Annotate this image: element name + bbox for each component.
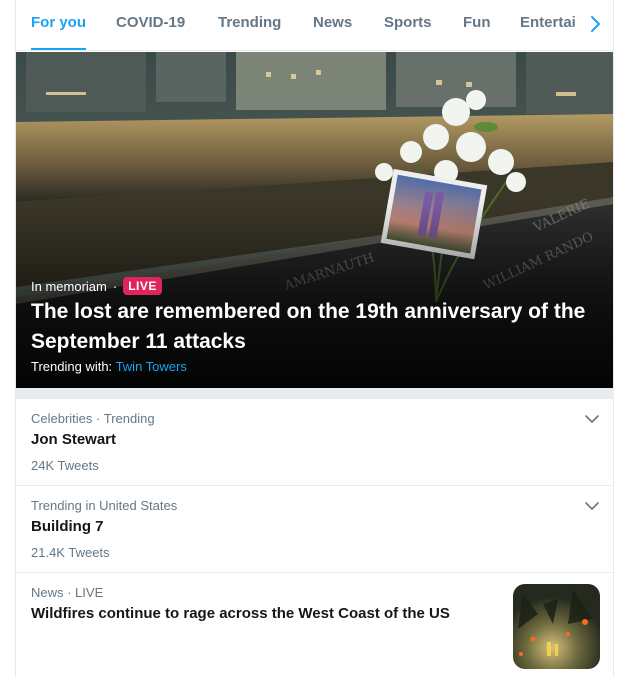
tab-entertainment[interactable]: Entertai [520, 0, 576, 50]
tab-for-you[interactable]: For you [31, 0, 86, 50]
tweet-count: 24K Tweets [31, 458, 99, 473]
tweet-count: 21.4K Tweets [31, 545, 110, 560]
trend-item[interactable]: Trending in United States Building 7 21.… [16, 486, 613, 573]
news-context: News · LIVE [31, 585, 104, 600]
section-divider [16, 388, 613, 399]
explore-tabs: For you COVID-19 Trending News Sports Fu… [16, 0, 613, 51]
wildfire-thumbnail [513, 584, 600, 669]
tab-label: Trending [218, 14, 282, 31]
trending-with-label: Trending with: [31, 359, 113, 374]
trend-name: Building 7 [31, 518, 104, 535]
explore-panel: For you COVID-19 Trending News Sports Fu… [15, 0, 614, 677]
trend-context: Celebrities · Trending [31, 411, 155, 426]
tab-trending[interactable]: Trending [218, 0, 281, 50]
chevron-down-icon[interactable] [584, 498, 600, 514]
trend-item[interactable]: Celebrities · Trending Jon Stewart 24K T… [16, 399, 613, 486]
live-badge: LIVE [123, 277, 162, 295]
tab-sports[interactable]: Sports [384, 0, 432, 50]
hero-trending-with: Trending with: Twin Towers [31, 359, 187, 374]
tab-label: COVID-19 [116, 14, 186, 31]
news-headline: Wildfires continue to rage across the We… [31, 605, 450, 622]
hero-category: In memoriam [31, 278, 107, 294]
tab-label: Sports [384, 14, 432, 31]
chevron-right-icon[interactable] [585, 13, 605, 35]
twin-towers-link[interactable]: Twin Towers [116, 359, 187, 374]
tab-fun[interactable]: Fun [463, 0, 491, 50]
tab-news[interactable]: News [313, 0, 352, 50]
tab-label: For you [31, 14, 86, 31]
tab-label: Fun [463, 14, 491, 31]
news-item[interactable]: News · LIVE Wildfires continue to rage a… [16, 573, 613, 677]
featured-story[interactable]: AMARNAUTH WILLIAM RANDO VALERIE [16, 52, 613, 388]
trend-context: Trending in United States [31, 498, 178, 513]
chevron-down-icon[interactable] [584, 411, 600, 427]
trend-name: Jon Stewart [31, 431, 117, 448]
wildfire-image [513, 584, 600, 669]
hero-headline[interactable]: The lost are remembered on the 19th anni… [31, 297, 601, 357]
hero-separator: · [112, 278, 118, 294]
tab-label: Entertai [520, 14, 576, 31]
hero-context: In memoriam · LIVE [31, 276, 162, 296]
active-tab-indicator [31, 48, 86, 50]
tab-covid-19[interactable]: COVID-19 [116, 0, 185, 50]
tab-label: News [313, 14, 353, 31]
